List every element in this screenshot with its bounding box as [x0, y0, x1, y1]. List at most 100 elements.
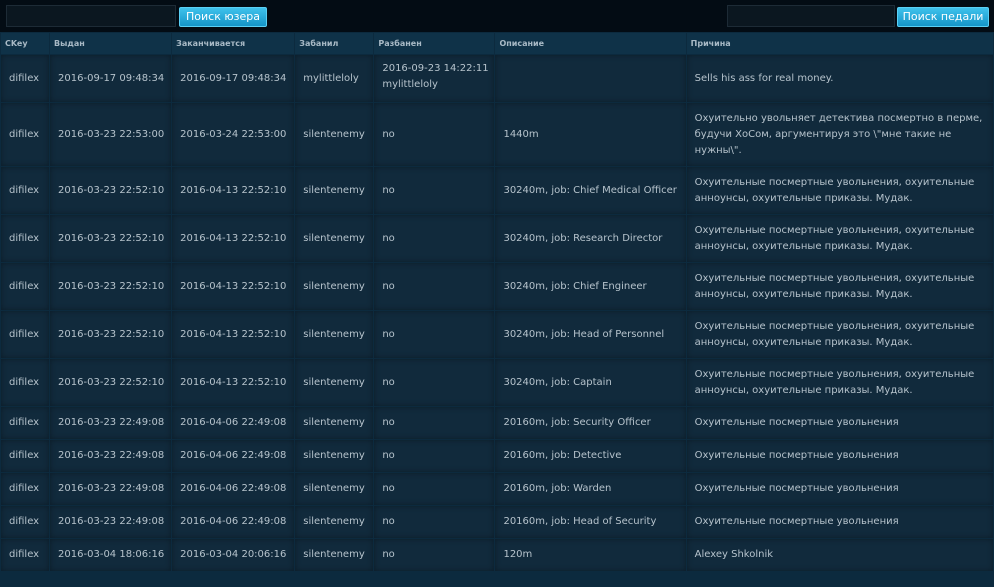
cell-reason: Охуительные посмертные увольнения, охуит… — [686, 263, 993, 310]
cell-reason: Охуительные посмертные увольнения — [686, 407, 993, 439]
cell-unbanned: no — [374, 440, 495, 472]
admin-search-button[interactable]: Поиск педали — [897, 7, 989, 27]
search-bar: Поиск юзера Поиск педали — [0, 0, 994, 32]
column-header-expires: Заканчивается — [172, 33, 295, 54]
cell-issued: 2016-03-23 22:52:10 — [50, 215, 172, 262]
cell-reason: Sells his ass for real money. — [686, 55, 993, 102]
table-header-row: CKey Выдан Заканчивается Забанил Разбане… — [1, 33, 993, 54]
cell-unbanned: no — [374, 359, 495, 406]
table-row: difilex 2016-03-23 22:49:08 2016-04-06 22:… — [1, 506, 993, 538]
cell-banned-by: silentenemy — [295, 263, 374, 310]
cell-description: 30240m, job: Head of Personnel — [495, 311, 686, 358]
cell-ckey: difilex — [1, 407, 50, 439]
cell-description: 20160m, job: Warden — [495, 473, 686, 505]
cell-issued: 2016-03-23 22:52:10 — [50, 311, 172, 358]
cell-banned-by: silentenemy — [295, 539, 374, 571]
cell-banned-by: silentenemy — [295, 506, 374, 538]
cell-expires: 2016-04-13 22:52:10 — [172, 215, 295, 262]
cell-banned-by: silentenemy — [295, 473, 374, 505]
cell-issued: 2016-03-23 22:49:08 — [50, 506, 172, 538]
cell-description: 120m — [495, 539, 686, 571]
cell-unbanned: no — [374, 103, 495, 166]
column-header-reason: Причина — [686, 33, 993, 54]
cell-ckey: difilex — [1, 359, 50, 406]
cell-issued: 2016-03-23 22:52:10 — [50, 359, 172, 406]
cell-expires: 2016-04-06 22:49:08 — [172, 506, 295, 538]
cell-ckey: difilex — [1, 103, 50, 166]
table-row: difilex 2016-03-23 22:49:08 2016-04-06 22:… — [1, 407, 993, 439]
cell-unbanned: no — [374, 539, 495, 571]
ban-table: CKey Выдан Заканчивается Забанил Разбане… — [0, 32, 994, 572]
table-row: difilex 2016-03-23 22:52:10 2016-04-13 22:… — [1, 263, 993, 310]
table-row: difilex 2016-03-23 22:52:10 2016-04-13 22:… — [1, 167, 993, 214]
cell-reason: Alexey Shkolnik — [686, 539, 993, 571]
cell-description: 30240m, job: Captain — [495, 359, 686, 406]
column-header-description: Описание — [495, 33, 686, 54]
table-row: difilex 2016-09-17 09:48:34 2016-09-17 09:… — [1, 55, 993, 102]
column-header-issued: Выдан — [50, 33, 172, 54]
cell-reason: Охуительные посмертные увольнения, охуит… — [686, 215, 993, 262]
cell-unbanned: no — [374, 167, 495, 214]
cell-expires: 2016-04-13 22:52:10 — [172, 311, 295, 358]
cell-description: 30240m, job: Chief Engineer — [495, 263, 686, 310]
cell-banned-by: silentenemy — [295, 215, 374, 262]
cell-reason: Охуительные посмертные увольнения — [686, 473, 993, 505]
cell-issued: 2016-03-23 22:49:08 — [50, 473, 172, 505]
cell-expires: 2016-04-13 22:52:10 — [172, 263, 295, 310]
cell-ckey: difilex — [1, 440, 50, 472]
cell-banned-by: silentenemy — [295, 311, 374, 358]
cell-ckey: difilex — [1, 311, 50, 358]
table-row: difilex 2016-03-23 22:52:10 2016-04-13 22:… — [1, 215, 993, 262]
cell-reason: Охуительные посмертные увольнения — [686, 440, 993, 472]
user-search-button[interactable]: Поиск юзера — [179, 7, 267, 27]
column-header-unbanned: Разбанен — [374, 33, 495, 54]
cell-expires: 2016-03-04 20:06:16 — [172, 539, 295, 571]
cell-reason: Охуительные посмертные увольнения, охуит… — [686, 311, 993, 358]
cell-banned-by: silentenemy — [295, 167, 374, 214]
cell-expires: 2016-04-13 22:52:10 — [172, 167, 295, 214]
cell-expires: 2016-04-06 22:49:08 — [172, 440, 295, 472]
cell-description: 30240m, job: Research Director — [495, 215, 686, 262]
cell-unbanned: no — [374, 407, 495, 439]
cell-description: 20160m, job: Security Officer — [495, 407, 686, 439]
cell-issued: 2016-09-17 09:48:34 — [50, 55, 172, 102]
cell-description — [495, 55, 686, 102]
cell-reason: Охуительные посмертные увольнения, охуит… — [686, 359, 993, 406]
cell-description: 20160m, job: Detective — [495, 440, 686, 472]
cell-ckey: difilex — [1, 506, 50, 538]
cell-banned-by: mylittleloly — [295, 55, 374, 102]
user-search-input[interactable] — [6, 5, 176, 27]
cell-unbanned: 2016-09-23 14:22:11 mylittleloly — [374, 55, 495, 102]
table-row: difilex 2016-03-23 22:49:08 2016-04-06 22:… — [1, 473, 993, 505]
cell-expires: 2016-03-24 22:53:00 — [172, 103, 295, 166]
cell-unbanned: no — [374, 473, 495, 505]
cell-ckey: difilex — [1, 539, 50, 571]
table-row: difilex 2016-03-23 22:49:08 2016-04-06 22:… — [1, 440, 993, 472]
cell-issued: 2016-03-04 18:06:16 — [50, 539, 172, 571]
cell-issued: 2016-03-23 22:52:10 — [50, 167, 172, 214]
cell-ckey: difilex — [1, 263, 50, 310]
cell-description: 1440m — [495, 103, 686, 166]
cell-reason: Охуительные посмертные увольнения — [686, 506, 993, 538]
ban-table-container: CKey Выдан Заканчивается Забанил Разбане… — [0, 32, 994, 587]
cell-ckey: difilex — [1, 167, 50, 214]
cell-issued: 2016-03-23 22:49:08 — [50, 407, 172, 439]
column-header-ckey: CKey — [1, 33, 50, 54]
table-row: difilex 2016-03-23 22:52:10 2016-04-13 22:… — [1, 359, 993, 406]
cell-ckey: difilex — [1, 55, 50, 102]
cell-expires: 2016-04-13 22:52:10 — [172, 359, 295, 406]
cell-banned-by: silentenemy — [295, 359, 374, 406]
cell-reason: Охуительно увольняет детектива посмертно… — [686, 103, 993, 166]
cell-banned-by: silentenemy — [295, 407, 374, 439]
cell-issued: 2016-03-23 22:52:10 — [50, 263, 172, 310]
cell-unbanned: no — [374, 506, 495, 538]
cell-expires: 2016-04-06 22:49:08 — [172, 473, 295, 505]
cell-banned-by: silentenemy — [295, 103, 374, 166]
cell-expires: 2016-09-17 09:48:34 — [172, 55, 295, 102]
cell-description: 30240m, job: Chief Medical Officer — [495, 167, 686, 214]
cell-expires: 2016-04-06 22:49:08 — [172, 407, 295, 439]
table-row: difilex 2016-03-04 18:06:16 2016-03-04 20:… — [1, 539, 993, 571]
admin-search-input[interactable] — [727, 5, 895, 27]
cell-description: 20160m, job: Head of Security — [495, 506, 686, 538]
column-header-banned-by: Забанил — [295, 33, 374, 54]
